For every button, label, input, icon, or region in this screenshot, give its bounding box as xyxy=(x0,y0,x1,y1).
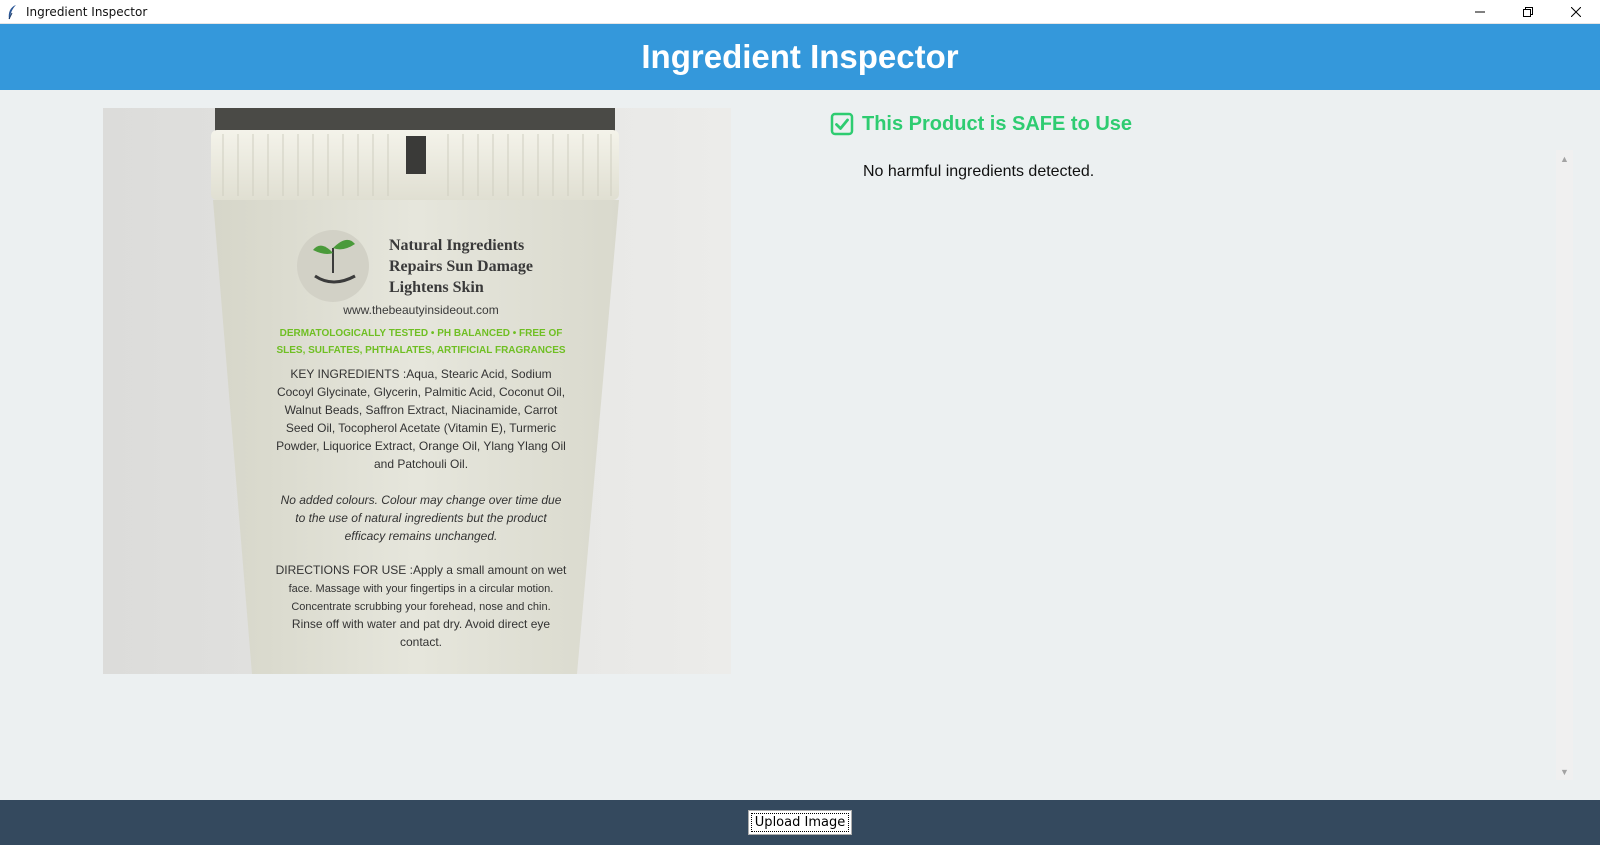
label-line: KEY INGREDIENTS :Aqua, Stearic Acid, Sod… xyxy=(290,367,551,381)
label-line: No added colours. Colour may change over… xyxy=(281,493,562,507)
label-line: Lightens Skin xyxy=(389,279,484,296)
footer-bar: Upload Image xyxy=(0,800,1600,845)
safety-status: This Product is SAFE to Use xyxy=(830,112,1132,136)
label-line: SLES, SULFATES, PHTHALATES, ARTIFICIAL F… xyxy=(276,345,565,356)
check-box-icon xyxy=(830,112,854,136)
label-line: Powder, Liquorice Extract, Orange Oil, Y… xyxy=(276,439,566,453)
product-image: Natural Ingredients Repairs Sun Damage L… xyxy=(103,108,731,674)
minimize-icon xyxy=(1475,11,1485,13)
results-scrollbar[interactable]: ▲ ▼ xyxy=(1556,150,1573,780)
window-title: Ingredient Inspector xyxy=(26,4,148,19)
result-message: No harmful ingredients detected. xyxy=(863,163,1095,180)
label-line: to the use of natural ingredients but th… xyxy=(295,511,547,525)
label-line: Concentrate scrubbing your forehead, nos… xyxy=(291,601,550,613)
restore-icon xyxy=(1523,7,1533,17)
product-tube-drawing: Natural Ingredients Repairs Sun Damage L… xyxy=(103,108,731,674)
label-line: contact. xyxy=(400,635,442,649)
status-text: This Product is SAFE to Use xyxy=(862,112,1133,135)
label-line: DIRECTIONS FOR USE :Apply a small amount… xyxy=(276,563,567,577)
label-line: Natural Ingredients xyxy=(389,237,524,254)
label-line: Rinse off with water and pat dry. Avoid … xyxy=(292,617,550,631)
label-line: efficacy remains unchanged. xyxy=(345,529,498,543)
label-line: and Patchouli Oil. xyxy=(374,457,468,471)
leaf-hand-logo xyxy=(297,230,369,302)
label-line: Repairs Sun Damage xyxy=(389,258,533,275)
app-title: Ingredient Inspector xyxy=(641,38,959,75)
label-line: Seed Oil, Tocopherol Acetate (Vitamin E)… xyxy=(286,421,556,435)
label-line: www.thebeautyinsideout.com xyxy=(342,303,498,317)
scroll-up-arrow-icon[interactable]: ▲ xyxy=(1556,150,1573,167)
close-icon xyxy=(1571,7,1581,17)
window-title-bar: Ingredient Inspector xyxy=(0,0,1600,24)
label-line: face. Massage with your fingertips in a … xyxy=(289,583,554,595)
label-line: Walnut Beads, Saffron Extract, Niacinami… xyxy=(285,403,558,417)
label-line: DERMATOLOGICALLY TESTED • PH BALANCED • … xyxy=(280,328,563,339)
main-area: Natural Ingredients Repairs Sun Damage L… xyxy=(0,90,1600,800)
window-controls xyxy=(1456,0,1600,24)
scroll-down-arrow-icon[interactable]: ▼ xyxy=(1556,763,1573,780)
close-button[interactable] xyxy=(1552,0,1600,24)
label-line: Cocoyl Glycinate, Glycerin, Palmitic Aci… xyxy=(277,385,565,399)
minimize-button[interactable] xyxy=(1456,0,1504,24)
upload-image-button[interactable]: Upload Image xyxy=(747,810,853,835)
feather-icon xyxy=(4,4,20,20)
restore-button[interactable] xyxy=(1504,0,1552,24)
app-header: Ingredient Inspector xyxy=(0,24,1600,90)
